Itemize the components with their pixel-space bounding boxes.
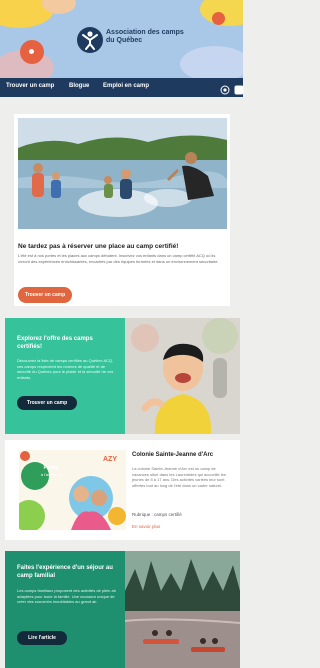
org-name[interactable]: Association des camps du Québec (106, 29, 186, 45)
coral-dot-decoration (20, 40, 44, 64)
camp-poster-image[interactable]: Partez à l'aventure AZY (19, 450, 126, 530)
camp-meta: Rubrique : camps certifié (132, 512, 182, 517)
poster-badge: AZY (103, 456, 117, 463)
camp-read-more-link[interactable]: En savoir plus (132, 524, 160, 529)
nav-item-blog[interactable]: Blogue (69, 83, 89, 89)
promo-title: Explorez l'offre des camps certifiés! (17, 336, 93, 350)
nav-item-find-camp[interactable]: Trouver un camp (6, 83, 54, 89)
promo-find-camp-button[interactable]: Trouver un camp (17, 396, 77, 410)
lake-photo (18, 118, 227, 229)
read-article-button[interactable]: Lire l'article (17, 631, 67, 645)
newsletter-page: Association des camps du Québec Trouver … (0, 0, 244, 668)
cta-panel: Faites l'expérience d'un séjour au camp … (5, 551, 125, 668)
poster-subline: à l'aventure (40, 472, 62, 477)
lake-forest-photo (125, 551, 240, 668)
promo-body: Découvrez la liste de camps certifiés au… (17, 358, 114, 380)
cta-title: Faites l'expérience d'un séjour au camp … (17, 565, 113, 579)
find-camp-button[interactable]: Trouver un camp (18, 287, 72, 303)
poster-headline: Partez (43, 465, 59, 471)
logo-icon[interactable] (77, 27, 103, 53)
camp-title: Colonie Sainte-Jeanne d'Arc (132, 452, 214, 458)
camp-card: Partez à l'aventure AZY Colonie Sainte-J… (5, 440, 240, 540)
instagram-icon[interactable] (220, 82, 230, 95)
cta-body: Les camps familiaux proposent des activi… (17, 588, 116, 604)
header-banner: Association des camps du Québec (0, 0, 243, 78)
nav-item-jobs[interactable]: Emploi en camp (103, 83, 149, 89)
camp-body: La colonie Sainte-Jeanne d'Arc est un ca… (132, 466, 226, 488)
feature-card: Ne tardez pas à réserver une place au ca… (14, 114, 230, 306)
child-photo (125, 318, 240, 434)
feature-body: L'été est à nos portes et les places aux… (18, 253, 219, 264)
top-nav: Trouver un camp Blogue Emploi en camp (0, 78, 244, 97)
facebook-icon[interactable] (234, 82, 244, 95)
promo-panel: Explorez l'offre des camps certifiés! Dé… (5, 318, 125, 434)
feature-title: Ne tardez pas à réserver une place au ca… (18, 243, 179, 250)
